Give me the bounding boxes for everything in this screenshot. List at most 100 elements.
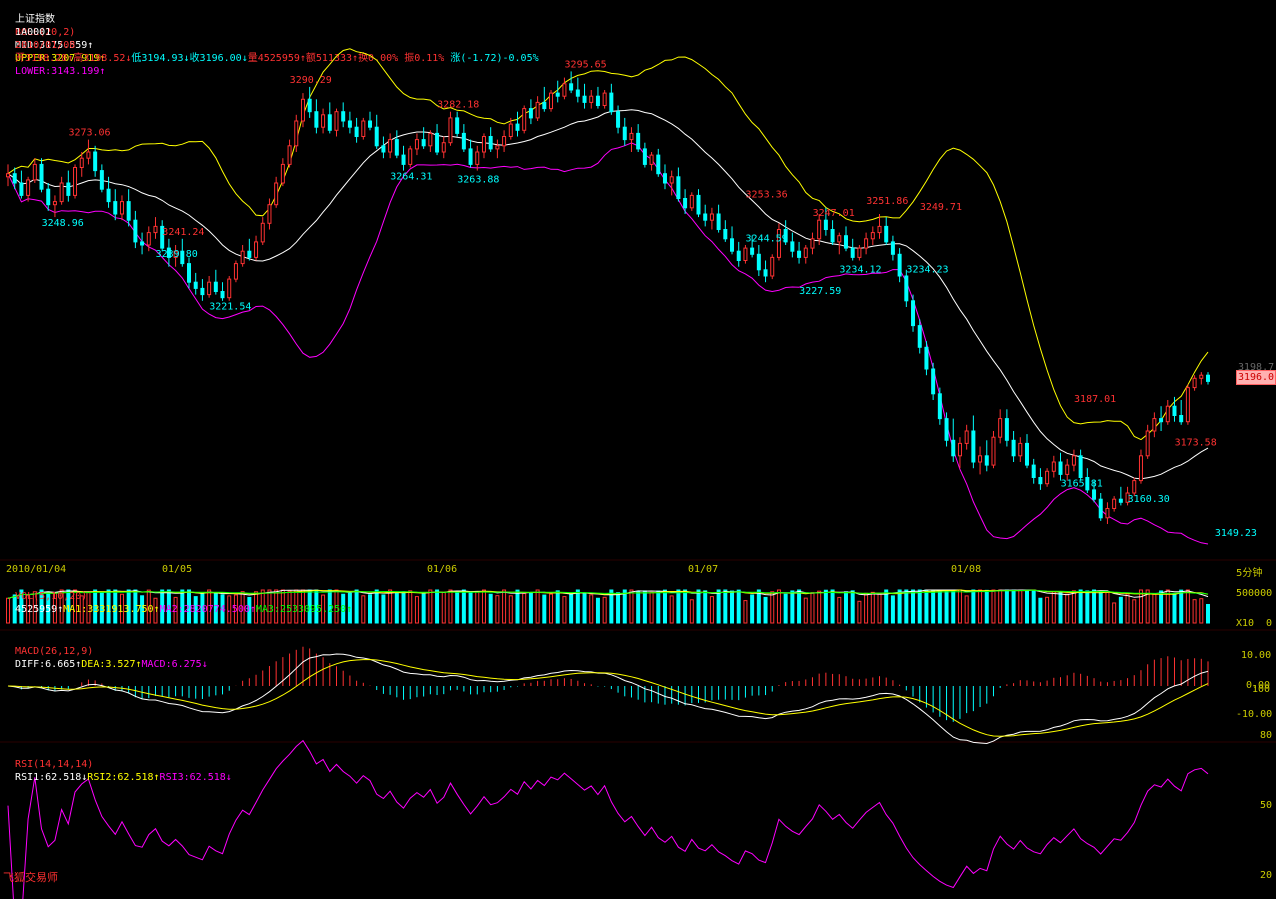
volume-bar (575, 589, 580, 624)
candle-body (274, 182, 279, 206)
vol-label[interactable]: VOL(5,10,20) (15, 591, 87, 602)
candle-body (515, 123, 520, 131)
volume-bar (770, 591, 775, 624)
volume-bar (381, 594, 386, 624)
price-annotation: 3234.12 (839, 265, 881, 276)
candle-body (575, 89, 580, 97)
candle-body (998, 418, 1003, 438)
price-annotation: 3241.24 (162, 227, 204, 238)
volume-bar (964, 595, 969, 624)
candle-body (300, 98, 305, 122)
rsi-1: RSI1:62.518↓ (15, 772, 88, 783)
candle-body (803, 247, 808, 258)
candle-body (99, 170, 104, 190)
volume-bar (944, 589, 949, 624)
candle-body (106, 188, 111, 203)
macd-label[interactable]: MACD(26,12,9) (15, 646, 93, 657)
volume-bar (622, 589, 627, 624)
price-annotation: 3253.36 (746, 190, 788, 201)
vol-tick-500000: 500000 (1236, 588, 1273, 599)
candle-body (535, 101, 540, 119)
candle-body (1118, 498, 1123, 503)
price-annotation: 3249.71 (920, 202, 962, 213)
volume-bar (1051, 591, 1056, 624)
candle-body (1011, 439, 1016, 457)
price-annotation: 3244.59 (746, 234, 788, 245)
volume-bar (374, 589, 379, 624)
volume-bar (756, 589, 761, 624)
candle-body (1098, 498, 1103, 519)
volume-bar (676, 589, 681, 624)
candle-body (1018, 442, 1023, 457)
candle-body (984, 455, 989, 466)
volume-bar (750, 594, 755, 624)
candle-body (280, 163, 285, 184)
volume-bar (495, 595, 500, 624)
candle-body (1065, 464, 1070, 475)
boll-mid-line (7, 109, 1209, 480)
volume-bar (991, 589, 996, 624)
candle-body (408, 148, 413, 165)
candle-body (113, 201, 118, 215)
volume-bar (361, 595, 366, 624)
volume-bar (1058, 592, 1063, 624)
candle-body (1152, 418, 1157, 432)
candle-body (763, 269, 768, 277)
volume-bar (549, 593, 554, 624)
volume-bar (797, 589, 802, 624)
candle-body (495, 145, 500, 150)
candle-body (247, 250, 252, 258)
volume-bar (642, 590, 647, 624)
price-annotation: 3227.59 (799, 286, 841, 297)
candle-body (287, 145, 292, 165)
candle-body (314, 111, 319, 128)
volume-bar (488, 593, 493, 624)
candle-body (73, 167, 78, 196)
rsi-tick-100: 100 (1252, 684, 1271, 695)
candle-body (59, 182, 64, 203)
volume-bar (857, 600, 862, 624)
volume-bar (984, 589, 989, 624)
volume-bar (656, 590, 661, 624)
candle-body (394, 139, 399, 156)
candle-body (119, 201, 124, 215)
brand-label: 飞狐交易师 (3, 871, 58, 884)
volume-bar (455, 592, 460, 624)
candle-body (46, 188, 51, 206)
candle-body (616, 111, 621, 128)
candle-body (1105, 508, 1110, 519)
volume-bar (924, 589, 929, 624)
volume-bar (843, 591, 848, 624)
price-annotation: 3160.30 (1128, 494, 1170, 505)
volume-bar (368, 594, 373, 624)
date-label-4: 01/08 (951, 564, 982, 575)
candle-body (1045, 470, 1050, 485)
volume-bar (448, 589, 453, 624)
volume-bar (1159, 590, 1164, 624)
candle-body (951, 439, 956, 457)
date-label-2: 01/06 (427, 564, 458, 575)
volume-bar (508, 595, 513, 624)
rsi-3: RSI3:62.518↓ (159, 772, 232, 783)
price-annotation: 3165.81 (1061, 478, 1103, 489)
candle-body (327, 114, 332, 131)
rsi-label[interactable]: RSI(14,14,14) (15, 759, 93, 770)
volume-bar (394, 592, 399, 624)
last-price-marker: 3196.0 (1236, 370, 1276, 385)
candle-body (656, 154, 661, 175)
volume-bar (1179, 589, 1184, 624)
candle-body (481, 136, 486, 153)
volume-bar (783, 593, 788, 624)
candle-body (723, 229, 728, 240)
price-annotation: 3149.23 (1215, 528, 1257, 539)
volume-bar (616, 592, 621, 624)
candle-body (421, 139, 426, 147)
candle-body (991, 436, 996, 466)
candle-body (595, 95, 600, 106)
candle-body (924, 346, 929, 370)
volume-bar (1078, 589, 1083, 624)
candle-body (200, 287, 205, 296)
price-annotation: 3248.96 (42, 218, 84, 229)
candle-body (709, 213, 714, 221)
period-label[interactable]: 5分钟 (1236, 564, 1262, 579)
